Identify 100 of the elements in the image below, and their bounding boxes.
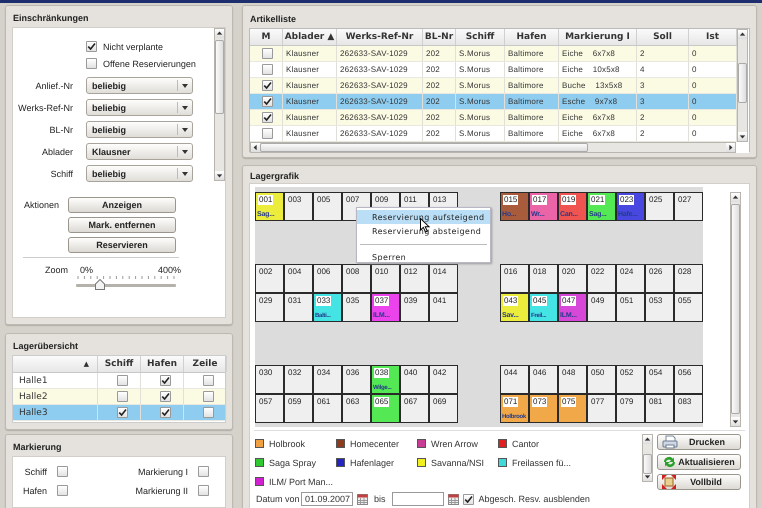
date-field[interactable]: 01.09.2007	[301, 492, 353, 506]
dropdown[interactable]: beliebig	[86, 99, 193, 116]
right-arrow-icon[interactable]	[727, 144, 734, 151]
checkbox[interactable]	[198, 466, 209, 477]
checkbox[interactable]	[262, 112, 273, 123]
checkbox[interactable]	[262, 96, 273, 107]
storage-cell[interactable]: 075	[558, 394, 587, 423]
scrollbar[interactable]	[250, 142, 736, 153]
up-arrow-icon[interactable]	[644, 436, 651, 443]
storage-cell[interactable]: 067	[400, 394, 429, 423]
checkbox[interactable]	[202, 391, 214, 402]
checkbox[interactable]	[116, 391, 128, 402]
checkbox[interactable]	[160, 391, 170, 402]
storage-cell[interactable]: 059	[284, 394, 313, 423]
storage-cell[interactable]: 050	[587, 365, 616, 394]
storage-cell[interactable]: 079	[616, 394, 645, 423]
checkbox[interactable]	[57, 485, 68, 496]
storage-cell[interactable]: 026	[645, 264, 674, 293]
scrollbar[interactable]	[214, 28, 225, 181]
dropdown[interactable]: Klausner	[86, 143, 193, 160]
down-arrow-icon[interactable]	[644, 473, 651, 480]
storage-cell[interactable]: 041	[429, 293, 458, 322]
storage-cell[interactable]: 054	[645, 365, 674, 394]
table-row[interactable]: Halle3	[13, 405, 225, 421]
storage-cell[interactable]: 027	[674, 192, 703, 221]
checkbox[interactable]	[160, 407, 170, 418]
dropdown[interactable]: beliebig	[86, 121, 193, 138]
scrollbar[interactable]	[737, 29, 748, 142]
storage-cell[interactable]: 051	[616, 293, 645, 322]
checkbox[interactable]	[202, 375, 214, 386]
dropdown[interactable]: beliebig	[86, 165, 193, 182]
column-header[interactable]: BL-Nr	[423, 29, 456, 45]
column-header[interactable]: Markierung I	[559, 29, 637, 45]
table-row[interactable]: Klausner 262633-SAV-1029 202 S.Morus Baltimore Esche 9x7x8 3 0	[250, 94, 737, 110]
storage-cell[interactable]: 030	[255, 365, 284, 394]
date-field[interactable]	[392, 492, 444, 506]
scrollbar[interactable]	[730, 192, 741, 427]
storage-cell[interactable]: 020	[558, 264, 587, 293]
down-arrow-icon[interactable]	[732, 418, 739, 425]
storage-cell[interactable]: 040	[400, 365, 429, 394]
storage-cell[interactable]: 042	[429, 365, 458, 394]
checkbox[interactable]	[202, 407, 214, 418]
storage-cell[interactable]: 024	[616, 264, 645, 293]
storage-cell[interactable]: 069	[429, 394, 458, 423]
storage-cell[interactable]: 048	[558, 365, 587, 394]
table-row[interactable]: Klausner 262633-SAV-1029 202 S.Morus Baltimore Eiche 6x7x8 2 0	[250, 110, 737, 126]
storage-cell[interactable]: 077	[587, 394, 616, 423]
column-header[interactable]: Zeile	[184, 356, 227, 372]
storage-cell[interactable]: 010	[371, 264, 400, 293]
storage-cell[interactable]: 031	[284, 293, 313, 322]
storage-cell[interactable]: 065	[371, 394, 400, 423]
storage-cell[interactable]: 057	[255, 394, 284, 423]
table-row[interactable]: Halle2	[13, 389, 225, 405]
column-header[interactable]: Schiff	[98, 356, 141, 372]
menu-item[interactable]: Reservierung aufsteigend	[357, 210, 490, 224]
column-header[interactable]: Schiff	[456, 29, 505, 45]
storage-cell[interactable]: 022	[587, 264, 616, 293]
down-arrow-icon[interactable]	[216, 172, 223, 179]
storage-cell[interactable]: 018	[529, 264, 558, 293]
menu-item[interactable]: Sperren	[357, 250, 490, 264]
storage-cell[interactable]: 025	[645, 192, 674, 221]
fullscreen-button[interactable]: Vollbild	[657, 474, 741, 490]
storage-cell[interactable]: 052	[616, 365, 645, 394]
storage-cell[interactable]: 046	[529, 365, 558, 394]
checkbox[interactable]	[262, 128, 273, 139]
print-button[interactable]: Drucken	[657, 434, 741, 450]
action-button[interactable]: Reservieren	[68, 237, 176, 253]
storage-cell[interactable]: 056	[674, 365, 703, 394]
dropdown[interactable]: beliebig	[86, 77, 193, 94]
storage-cell[interactable]: 004	[284, 264, 313, 293]
checkbox[interactable]	[116, 375, 128, 386]
calendar-icon[interactable]	[448, 494, 459, 504]
menu-item[interactable]: Reservierung absteigend	[357, 224, 490, 238]
down-arrow-icon[interactable]	[739, 133, 746, 140]
storage-cell[interactable]: 005	[313, 192, 342, 221]
checkbox[interactable]	[86, 58, 97, 69]
table-row[interactable]: Klausner 262633-SAV-1029 202 S.Morus Baltimore Buche 13x5x8 3 0	[250, 78, 737, 94]
storage-cell[interactable]: 063	[342, 394, 371, 423]
checkbox[interactable]	[86, 41, 97, 52]
storage-cell[interactable]: 002	[255, 264, 284, 293]
up-arrow-icon[interactable]	[739, 31, 746, 38]
checkbox[interactable]	[462, 494, 474, 504]
column-header[interactable]: M	[250, 29, 283, 45]
storage-cell[interactable]: 028	[674, 264, 703, 293]
storage-cell[interactable]: 061	[313, 394, 342, 423]
table-row[interactable]: Klausner 262633-SAV-1029 202 S.Morus Baltimore Eiche 6x7x8 2 0	[250, 46, 737, 62]
storage-cell[interactable]: 053	[645, 293, 674, 322]
storage-cell[interactable]: 014	[429, 264, 458, 293]
checkbox[interactable]	[160, 375, 170, 386]
storage-cell[interactable]: 083	[674, 394, 703, 423]
storage-cell[interactable]: 055	[674, 293, 703, 322]
storage-cell[interactable]: 073	[529, 394, 558, 423]
storage-cell[interactable]: 029	[255, 293, 284, 322]
storage-cell[interactable]: 039	[400, 293, 429, 322]
storage-cell[interactable]: 036	[342, 365, 371, 394]
checkbox[interactable]	[262, 48, 273, 59]
checkbox[interactable]	[262, 80, 273, 91]
column-header[interactable]: Hafen	[141, 356, 184, 372]
storage-cell[interactable]: 044	[500, 365, 529, 394]
up-arrow-icon[interactable]	[732, 194, 739, 201]
